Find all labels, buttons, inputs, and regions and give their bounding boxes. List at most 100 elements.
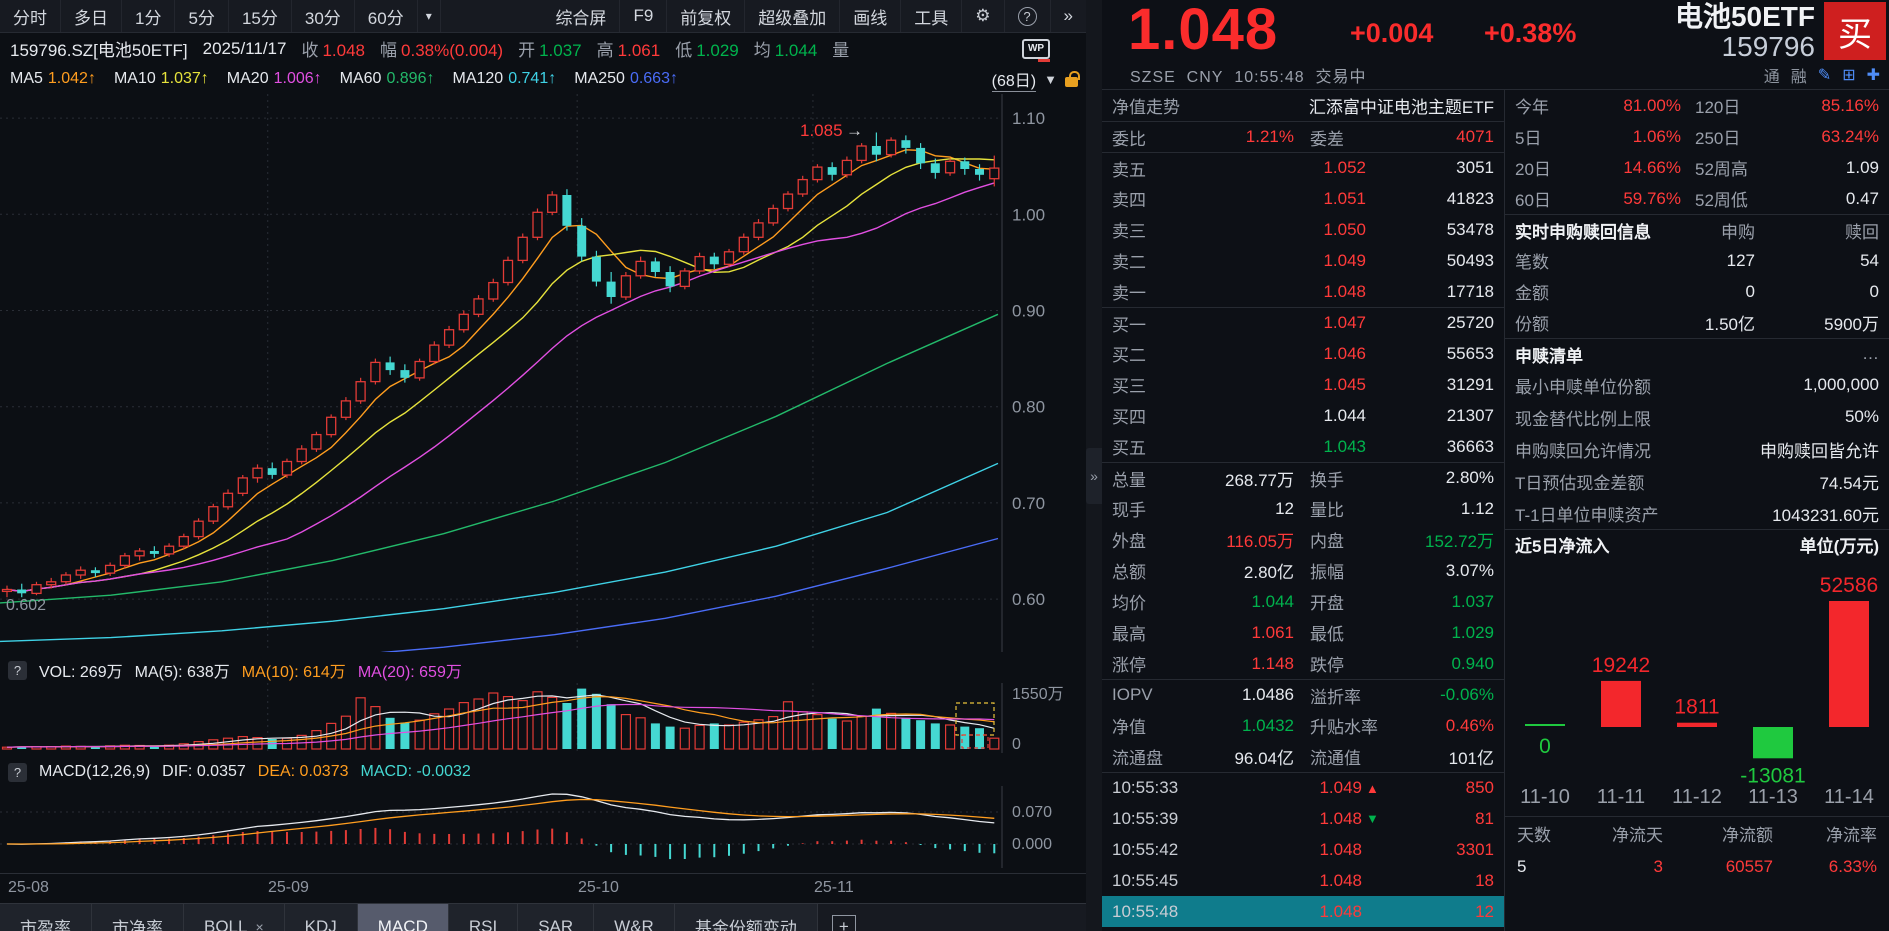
buy-row-2[interactable]: 买三1.04531291 (1102, 369, 1504, 400)
macd-name: MACD(12,26,9) (39, 763, 150, 781)
period-tab-5[interactable]: 30分 (292, 0, 355, 32)
buy-button[interactable]: 买 (1824, 2, 1886, 60)
tick-row-4[interactable]: 10:55:481.04812 (1102, 896, 1504, 927)
period-tab-1[interactable]: 多日 (61, 0, 122, 32)
redeem-list-header[interactable]: 申赎清单… (1505, 338, 1889, 369)
tool-item-1[interactable]: F9 (620, 0, 667, 32)
price-change: +0.004 (1350, 18, 1433, 49)
bar-count-label[interactable]: (68日) (992, 67, 1036, 92)
period-tab-4[interactable]: 15分 (229, 0, 292, 32)
svg-text:0.602: 0.602 (6, 597, 46, 614)
etf-info-panel: 今年81.00%120日85.16%5日1.06%250日63.24%20日14… (1505, 90, 1889, 931)
svg-text:0.070: 0.070 (1012, 804, 1052, 821)
tool-item-5[interactable]: 工具 (901, 0, 962, 32)
period-tab-2[interactable]: 1分 (122, 0, 175, 32)
tool-item-0[interactable]: 综合屏 (542, 0, 620, 32)
quote-mini-icon-2[interactable]: ✚ (1867, 65, 1881, 85)
price-change-pct: +0.38% (1484, 18, 1576, 49)
add-indicator-tab[interactable]: + (818, 904, 870, 931)
indicator-tab-BOLL[interactable]: BOLL× (184, 904, 285, 931)
sell-row-4[interactable]: 卖一1.04817718 (1102, 276, 1504, 307)
indicator-tab-市净率[interactable]: 市净率 (92, 904, 184, 931)
flow-unit: 单位(万元) (1800, 532, 1879, 557)
flow-summary-values: 53605576.33% (1505, 850, 1889, 884)
volume-help-icon[interactable]: ? (8, 661, 27, 680)
buy-row-1[interactable]: 买二1.04655653 (1102, 338, 1504, 369)
period-tab-3[interactable]: 5分 (175, 0, 228, 32)
tick-row-0[interactable]: 10:55:331.049▲850 (1102, 772, 1504, 803)
redeem-row-0: 最小申赎单位份额1,000,000 (1505, 369, 1889, 401)
expand-panel-handle[interactable]: » (1086, 448, 1102, 504)
indicator-tab-市盈率[interactable]: 市盈率 (0, 904, 92, 931)
flow-title: 近5日净流入 (1515, 532, 1609, 557)
vol-legend-ma10: MA(10): 614万 (242, 658, 346, 682)
trade-date: 2025/11/17 (203, 39, 287, 59)
quote-mini-icon-1[interactable]: ⊞ (1842, 65, 1856, 85)
sell-row-2[interactable]: 卖三1.05053478 (1102, 214, 1504, 245)
toolbar-more-icon[interactable]: » (1051, 0, 1086, 32)
tool-item-2[interactable]: 前复权 (667, 0, 745, 32)
svg-text:11-13: 11-13 (1748, 786, 1798, 808)
quote-panel-region: 1.048 +0.004 +0.38% 电池50ETF 159796 买 SZS… (1102, 0, 1889, 931)
instrument-name: 电池50ETF (1675, 2, 1815, 32)
month-label-25-10: 25-10 (578, 879, 619, 897)
indicator-tab-SAR[interactable]: SAR (518, 904, 594, 931)
nav-row[interactable]: 净值走势汇添富中证电池主题ETF (1102, 90, 1504, 121)
perf-row-3: 60日59.76%52周低0.47 (1505, 183, 1889, 214)
order-book-panel: 净值走势汇添富中证电池主题ETF委比1.21%委差4071卖五1.0523051… (1102, 90, 1505, 931)
volume-chart[interactable]: 1550万 0 (0, 683, 1086, 758)
unlock-icon[interactable] (1065, 77, 1078, 87)
sell-row-1[interactable]: 卖四1.05141823 (1102, 183, 1504, 214)
svg-text:0.80: 0.80 (1012, 398, 1045, 417)
main-candle-chart[interactable]: 1.101.000.900.800.700.601.085→0.602 (0, 94, 1086, 657)
svg-text:1550万: 1550万 (1012, 686, 1064, 703)
indicator-tabs: 市盈率市净率BOLL×KDJMACDRSISARW&R基金份额变动 + (0, 903, 1086, 931)
ma-legend-item-5: MA2500.663↑ (574, 70, 678, 88)
period-tab-0[interactable]: 分时 (0, 0, 61, 32)
tick-row-1[interactable]: 10:55:391.048▼81 (1102, 803, 1504, 834)
instrument-name-block: 电池50ETF 159796 (1675, 2, 1815, 62)
tab-close-icon[interactable]: × (255, 919, 263, 931)
more-icon[interactable]: … (1862, 344, 1879, 364)
period-tab-6[interactable]: 60分 (355, 0, 418, 32)
svg-text:0: 0 (1012, 736, 1021, 753)
ma-legend-item-2: MA201.006↑ (227, 70, 322, 88)
indicator-tab-基金份额变动[interactable]: 基金份额变动 (675, 904, 818, 931)
indicator-tab-KDJ[interactable]: KDJ (285, 904, 358, 931)
stat-row-iopv-0: IOPV1.0486溢折率-0.06% (1102, 679, 1504, 710)
indicator-tab-MACD[interactable]: MACD (358, 904, 449, 931)
vol-legend-vol: VOL: 269万 (39, 658, 123, 682)
stat-row-3: 总额2.80亿振幅3.07% (1102, 555, 1504, 586)
quote-mini-icon-0[interactable]: ✎ (1818, 65, 1832, 85)
stat-row-5: 最高1.061最低1.029 (1102, 617, 1504, 648)
svg-text:→: → (846, 121, 863, 140)
wp-monitor-icon[interactable]: WP (1022, 39, 1050, 59)
volume-legend: ?VOL: 269万MA(5): 638万MA(10): 614万MA(20):… (0, 657, 1086, 683)
indicator-tab-RSI[interactable]: RSI (449, 904, 518, 931)
period-dropdown-icon[interactable]: ▾ (418, 0, 441, 32)
trading-app: 分时多日1分5分15分30分60分▾综合屏F9前复权超级叠加画线工具⚙?» 15… (0, 0, 1889, 931)
sell-row-0[interactable]: 卖五1.0523051 (1102, 152, 1504, 183)
subscribe-header: 实时申购赎回信息申购赎回 (1505, 214, 1889, 245)
macd-chart[interactable]: 0.0700.000 (0, 786, 1086, 873)
macd-help-icon[interactable]: ? (8, 763, 27, 782)
tool-item-4[interactable]: 画线 (840, 0, 901, 32)
buy-row-4[interactable]: 买五1.04336663 (1102, 431, 1504, 462)
ma-legend-item-4: MA1200.741↑ (452, 70, 556, 88)
tick-row-3[interactable]: 10:55:451.04818 (1102, 865, 1504, 896)
tick-row-2[interactable]: 10:55:421.0483301 (1102, 834, 1504, 865)
buy-row-0[interactable]: 买一1.04725720 (1102, 307, 1504, 338)
settings-gear-icon[interactable]: ⚙ (962, 0, 1004, 32)
macd-legend-macd: MACD: -0.0032 (361, 763, 471, 781)
range-caret-icon[interactable]: ▼ (1044, 72, 1057, 87)
indicator-tab-W&R[interactable]: W&R (594, 904, 675, 931)
svg-text:0.70: 0.70 (1012, 494, 1045, 513)
plus-icon: + (832, 915, 856, 931)
buy-row-3[interactable]: 买四1.04421307 (1102, 400, 1504, 431)
flow-summary-labels: 天数净流天净流额净流率 (1505, 816, 1889, 850)
svg-text:11-11: 11-11 (1597, 786, 1645, 808)
stat-row-iopv-1: 净值1.0432升贴水率0.46% (1102, 710, 1504, 741)
tool-item-3[interactable]: 超级叠加 (745, 0, 840, 32)
help-icon[interactable]: ? (1005, 0, 1051, 32)
sell-row-3[interactable]: 卖二1.04950493 (1102, 245, 1504, 276)
